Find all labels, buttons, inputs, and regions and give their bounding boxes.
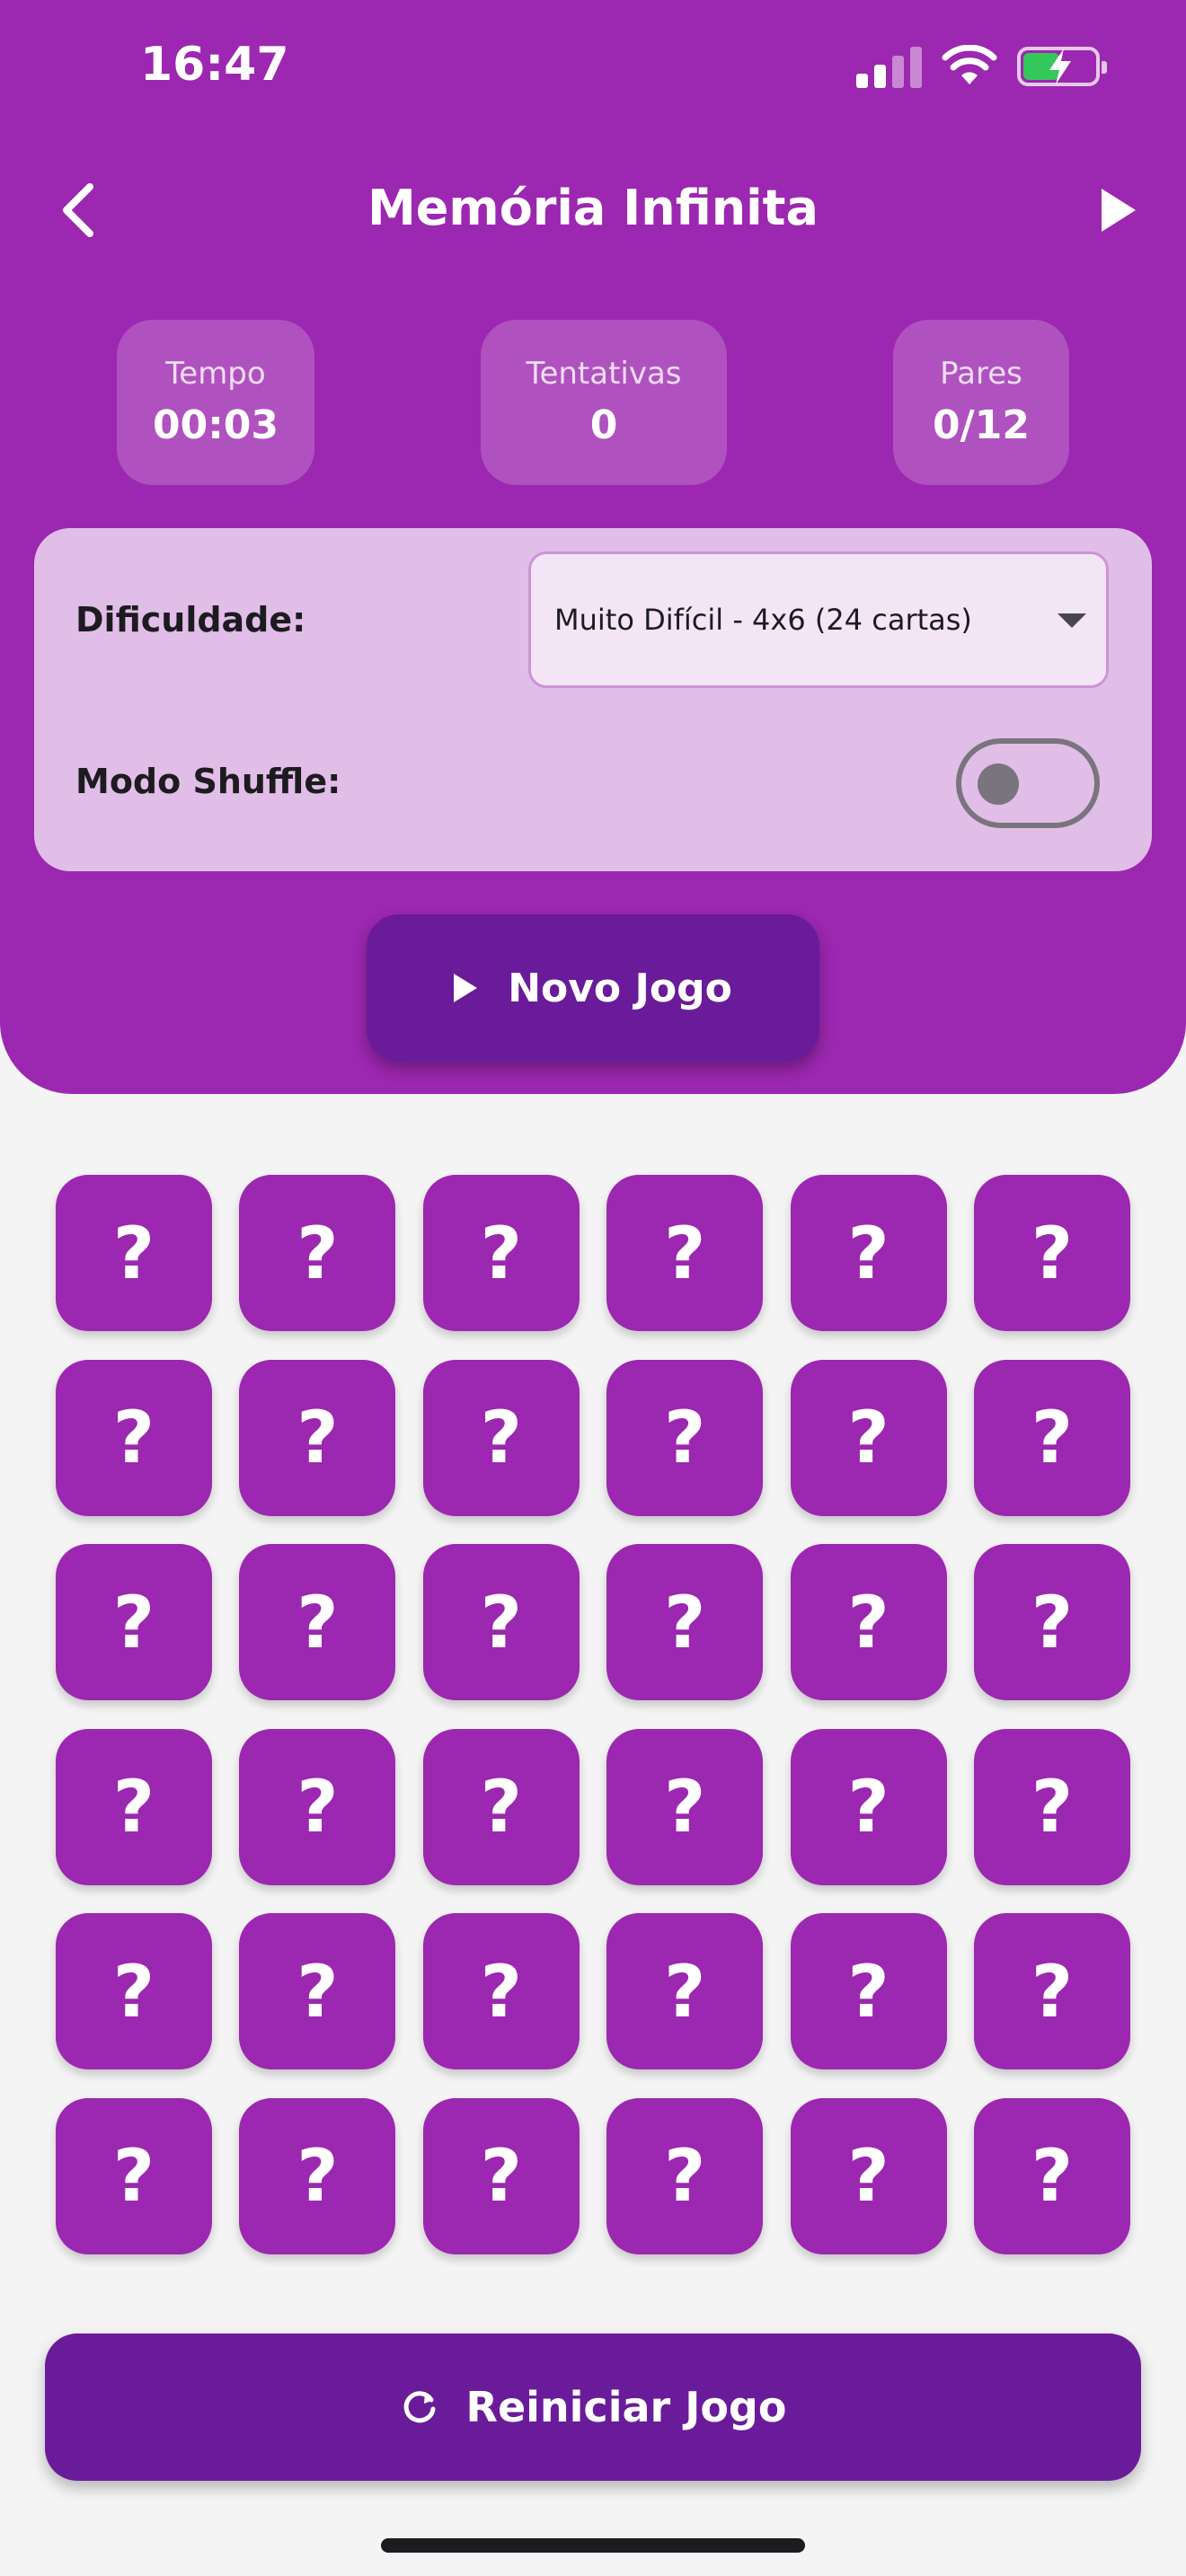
memory-card[interactable]: ? xyxy=(606,1913,764,2070)
settings-panel: Dificuldade: Muito Difícil - 4x6 (24 car… xyxy=(34,528,1152,871)
memory-card[interactable]: ? xyxy=(973,1913,1130,2070)
memory-card[interactable]: ? xyxy=(239,1175,396,1331)
play-icon xyxy=(454,974,478,1002)
memory-card[interactable]: ? xyxy=(606,2097,764,2254)
shuffle-label: Modo Shuffle: xyxy=(75,762,341,801)
refresh-icon xyxy=(403,2391,436,2423)
memory-card[interactable]: ? xyxy=(790,1359,947,1516)
difficulty-select[interactable]: Muito Difícil - 4x6 (24 cartas) xyxy=(528,551,1109,688)
memory-card[interactable]: ? xyxy=(239,1913,396,2070)
memory-card[interactable]: ? xyxy=(606,1175,764,1331)
stat-pairs: Pares 0/12 xyxy=(893,320,1069,485)
stat-time: Tempo 00:03 xyxy=(117,320,314,485)
memory-card[interactable]: ? xyxy=(790,1544,947,1701)
stat-time-label: Tempo xyxy=(165,356,266,392)
memory-card[interactable]: ? xyxy=(973,2097,1130,2254)
stat-tries: Tentativas 0 xyxy=(481,320,727,485)
memory-card[interactable]: ? xyxy=(239,2097,396,2254)
memory-card[interactable]: ? xyxy=(239,1728,396,1885)
card-grid: ???????????????????????????????????? xyxy=(56,1175,1130,2254)
memory-card[interactable]: ? xyxy=(606,1544,764,1701)
memory-card[interactable]: ? xyxy=(973,1728,1130,1885)
wifi-icon xyxy=(942,45,997,84)
memory-card[interactable]: ? xyxy=(56,1913,212,2070)
stat-pairs-label: Pares xyxy=(940,356,1022,392)
stat-time-value: 00:03 xyxy=(152,402,279,448)
memory-card[interactable]: ? xyxy=(606,1728,764,1885)
toggle-knob xyxy=(978,763,1019,805)
memory-card[interactable]: ? xyxy=(422,1728,580,1885)
status-time: 16:47 xyxy=(140,38,289,92)
memory-card[interactable]: ? xyxy=(422,1175,580,1331)
stat-tries-label: Tentativas xyxy=(526,356,682,392)
memory-card[interactable]: ? xyxy=(239,1359,396,1516)
memory-card[interactable]: ? xyxy=(56,2097,212,2254)
memory-card[interactable]: ? xyxy=(56,1175,212,1331)
memory-card[interactable]: ? xyxy=(973,1175,1130,1331)
status-icons xyxy=(856,45,1107,88)
memory-card[interactable]: ? xyxy=(422,1359,580,1516)
memory-card[interactable]: ? xyxy=(973,1359,1130,1516)
stat-tries-value: 0 xyxy=(589,402,618,448)
memory-card[interactable]: ? xyxy=(422,2097,580,2254)
play-icon[interactable] xyxy=(1096,185,1139,235)
memory-card[interactable]: ? xyxy=(56,1359,212,1516)
memory-card[interactable]: ? xyxy=(239,1544,396,1701)
difficulty-label: Dificuldade: xyxy=(75,600,306,640)
home-indicator xyxy=(381,2538,805,2553)
memory-card[interactable]: ? xyxy=(790,1175,947,1331)
restart-label: Reiniciar Jogo xyxy=(465,2383,787,2431)
dropdown-caret-icon xyxy=(1058,613,1086,628)
difficulty-selected-value: Muito Difícil - 4x6 (24 cartas) xyxy=(554,603,972,637)
new-game-button[interactable]: Novo Jogo xyxy=(367,914,819,1062)
shuffle-toggle[interactable] xyxy=(956,738,1100,828)
header-panel: 16:47 Memória Infinita Tempo 00:03 Tenta… xyxy=(0,0,1186,1094)
memory-card[interactable]: ? xyxy=(56,1728,212,1885)
cellular-signal-icon xyxy=(856,45,922,88)
memory-card[interactable]: ? xyxy=(973,1544,1130,1701)
memory-card[interactable]: ? xyxy=(790,1913,947,2070)
memory-card[interactable]: ? xyxy=(790,2097,947,2254)
page-title: Memória Infinita xyxy=(367,180,819,236)
new-game-label: Novo Jogo xyxy=(508,965,732,1011)
memory-card[interactable]: ? xyxy=(56,1544,212,1701)
battery-icon xyxy=(1017,47,1107,86)
stat-pairs-value: 0/12 xyxy=(933,402,1030,448)
memory-card[interactable]: ? xyxy=(422,1544,580,1701)
memory-card[interactable]: ? xyxy=(606,1359,764,1516)
memory-card[interactable]: ? xyxy=(422,1913,580,2070)
memory-card[interactable]: ? xyxy=(790,1728,947,1885)
restart-button[interactable]: Reiniciar Jogo xyxy=(45,2333,1141,2481)
